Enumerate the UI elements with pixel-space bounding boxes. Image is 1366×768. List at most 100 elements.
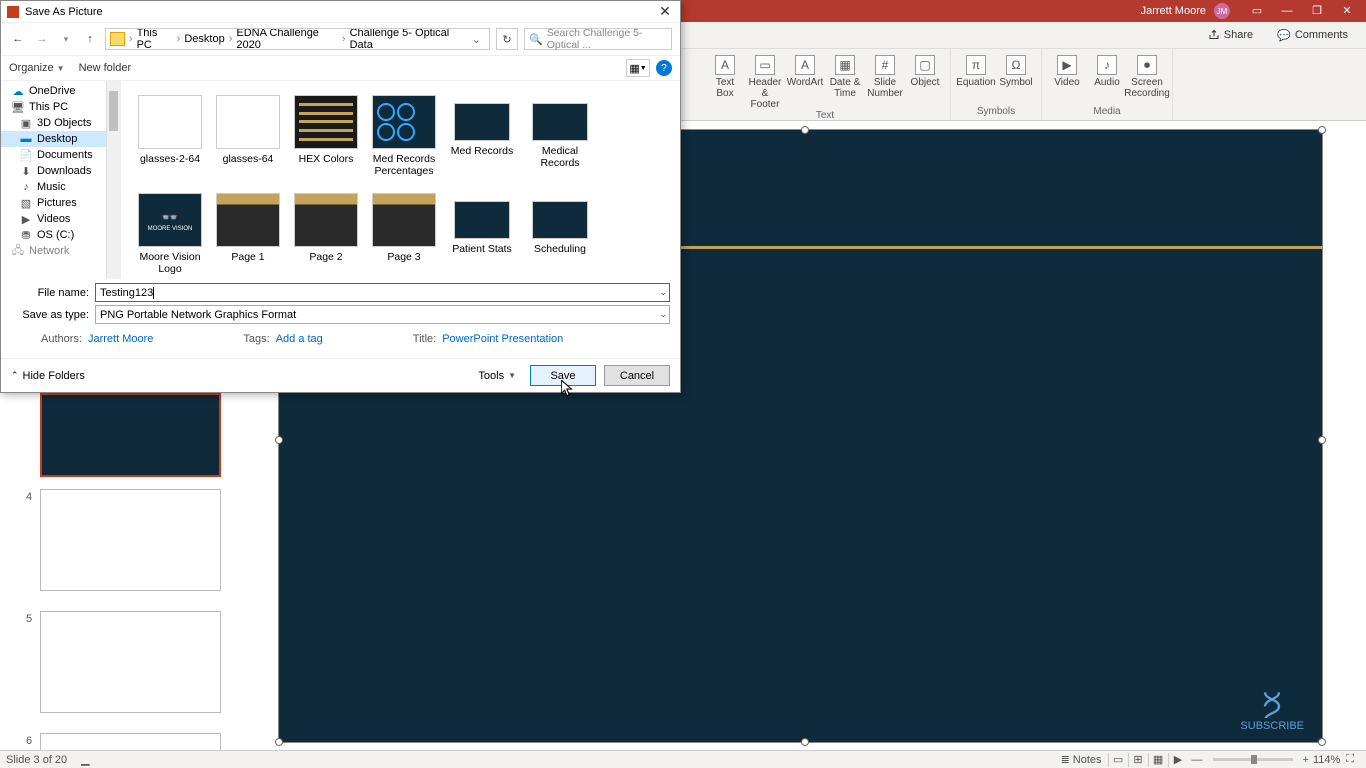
ribbon-screen-recording-button[interactable]: ⏺Screen Recording: [1128, 55, 1166, 99]
nav-recent-dropdown[interactable]: ▾: [57, 30, 75, 48]
tree-item-network[interactable]: ›🖧Network: [1, 243, 120, 259]
ribbon-object-button[interactable]: ▢Object: [906, 55, 944, 88]
file-item[interactable]: Patient Stats: [443, 185, 521, 279]
tree-item-pictures[interactable]: ▧Pictures: [1, 195, 120, 211]
dialog-close-button[interactable]: ✕: [650, 3, 680, 20]
tree-item-desktop[interactable]: ▬Desktop: [1, 131, 120, 147]
ribbon-wordart-button[interactable]: AWordArt: [786, 55, 824, 88]
notes-button[interactable]: ≣ Notes: [1055, 753, 1108, 766]
ribbon-icon: ♪: [1097, 55, 1117, 75]
folder-tree[interactable]: ›☁OneDrive›🖥This PC▣3D Objects▬Desktop📄D…: [1, 81, 121, 279]
file-item[interactable]: HEX Colors: [287, 87, 365, 185]
spellcheck-icon[interactable]: ▁: [81, 753, 89, 766]
tree-item-music[interactable]: ♪Music: [1, 179, 120, 195]
selection-handle[interactable]: [801, 126, 809, 134]
zoom-in-button[interactable]: +: [1299, 754, 1313, 766]
zoom-level[interactable]: 114%: [1313, 754, 1340, 766]
ribbon-icon: Ω: [1006, 55, 1026, 75]
title-meta-value[interactable]: PowerPoint Presentation: [442, 333, 563, 345]
user-avatar[interactable]: JM: [1214, 3, 1230, 19]
ribbon-text-box-button[interactable]: AText Box: [706, 55, 744, 99]
slide-indicator: Slide 3 of 20: [6, 754, 67, 766]
filename-input[interactable]: Testing123 ⌄: [95, 283, 670, 302]
save-button[interactable]: Save: [530, 365, 596, 386]
fit-to-window-button[interactable]: ⛶: [1340, 753, 1360, 766]
view-mode-button[interactable]: ▦▼: [626, 59, 650, 77]
tree-item-documents[interactable]: 📄Documents: [1, 147, 120, 163]
comments-button[interactable]: 💬 Comments: [1269, 26, 1356, 45]
nav-forward-button[interactable]: →: [33, 30, 51, 48]
tools-dropdown[interactable]: Tools ▼: [478, 370, 516, 382]
tree-item-onedrive[interactable]: ›☁OneDrive: [1, 83, 120, 99]
slide-thumbnail[interactable]: [40, 489, 221, 591]
dialog-titlebar[interactable]: Save As Picture ✕: [1, 1, 680, 23]
ribbon-date-time-button[interactable]: ▦Date & Time: [826, 55, 864, 99]
organize-button[interactable]: Organize ▼: [9, 62, 65, 74]
ribbon-symbol-button[interactable]: ΩSymbol: [997, 55, 1035, 88]
file-item[interactable]: Med Records: [443, 87, 521, 185]
slide-thumbnail[interactable]: [40, 393, 221, 477]
file-item[interactable]: Scheduling: [521, 185, 599, 279]
minimize-button[interactable]: —: [1272, 0, 1302, 22]
file-item[interactable]: glasses-2-64: [131, 87, 209, 185]
tree-scrollbar[interactable]: [106, 81, 120, 279]
zoom-out-button[interactable]: —: [1188, 754, 1207, 766]
authors-value[interactable]: Jarrett Moore: [88, 333, 153, 345]
share-button[interactable]: Share: [1200, 26, 1261, 44]
tree-item-downloads[interactable]: ⬇Downloads: [1, 163, 120, 179]
authors-label: Authors:: [41, 333, 82, 345]
selection-handle[interactable]: [1318, 126, 1326, 134]
ribbon-audio-button[interactable]: ♪Audio: [1088, 55, 1126, 88]
breadcrumb-item[interactable]: Desktop: [184, 33, 224, 45]
selection-handle[interactable]: [801, 738, 809, 746]
tree-label: This PC: [29, 101, 68, 113]
sorter-view-button[interactable]: ⊞: [1128, 753, 1148, 767]
slideshow-button[interactable]: ▶: [1168, 753, 1188, 767]
refresh-button[interactable]: ↻: [496, 28, 518, 50]
slide-thumbnail[interactable]: [40, 611, 221, 713]
tree-item-this-pc[interactable]: ›🖥This PC: [1, 99, 120, 115]
file-list[interactable]: glasses-2-64glasses-64HEX ColorsMed Reco…: [121, 81, 680, 279]
ribbon-header-footer-button[interactable]: ▭Header & Footer: [746, 55, 784, 110]
ribbon-video-button[interactable]: ▶Video: [1048, 55, 1086, 88]
breadcrumb-dropdown[interactable]: ⌄: [468, 33, 485, 46]
file-item[interactable]: Page 3: [365, 185, 443, 279]
file-item[interactable]: glasses-64: [209, 87, 287, 185]
breadcrumb-item[interactable]: Challenge 5- Optical Data: [350, 28, 466, 50]
new-folder-button[interactable]: New folder: [79, 62, 132, 74]
tags-value[interactable]: Add a tag: [276, 333, 323, 345]
search-box[interactable]: 🔍 Search Challenge 5- Optical ...: [524, 28, 672, 50]
reading-view-button[interactable]: ▦: [1148, 753, 1168, 767]
filename-dropdown[interactable]: ⌄: [659, 287, 667, 298]
file-item[interactable]: 👓MOORE VISIONMoore Vision Logo: [131, 185, 209, 279]
saveastype-select[interactable]: PNG Portable Network Graphics Format ⌄: [95, 305, 670, 324]
file-item[interactable]: Med Records Percentages: [365, 87, 443, 185]
tree-item-3d-objects[interactable]: ▣3D Objects: [1, 115, 120, 131]
file-item[interactable]: Page 1: [209, 185, 287, 279]
breadcrumb[interactable]: › This PC › Desktop › EDNA Challenge 202…: [105, 28, 490, 50]
saveastype-dropdown[interactable]: ⌄: [659, 309, 667, 320]
tree-item-videos[interactable]: ▶Videos: [1, 211, 120, 227]
nav-back-button[interactable]: ←: [9, 30, 27, 48]
close-button[interactable]: ✕: [1332, 0, 1362, 22]
selection-handle[interactable]: [275, 738, 283, 746]
zoom-slider[interactable]: [1213, 758, 1293, 761]
ribbon-display-options-button[interactable]: ▭: [1242, 0, 1272, 22]
help-button[interactable]: ?: [656, 60, 672, 76]
slide-thumbnails[interactable]: 456: [10, 393, 220, 750]
selection-handle[interactable]: [1318, 738, 1326, 746]
normal-view-button[interactable]: ▭: [1108, 753, 1128, 767]
hide-folders-button[interactable]: ⌃ Hide Folders: [11, 370, 85, 382]
selection-handle[interactable]: [275, 436, 283, 444]
nav-up-button[interactable]: ↑: [81, 30, 99, 48]
selection-handle[interactable]: [1318, 436, 1326, 444]
maximize-button[interactable]: ❐: [1302, 0, 1332, 22]
file-item[interactable]: Page 2: [287, 185, 365, 279]
breadcrumb-item[interactable]: EDNA Challenge 2020: [236, 28, 338, 50]
cancel-button[interactable]: Cancel: [604, 365, 670, 386]
breadcrumb-item[interactable]: This PC: [137, 28, 173, 50]
ribbon-equation-button[interactable]: πEquation: [957, 55, 995, 88]
breadcrumb-sep: ›: [227, 33, 235, 45]
ribbon-slide-number-button[interactable]: #Slide Number: [866, 55, 904, 99]
file-item[interactable]: Medical Records: [521, 87, 599, 185]
